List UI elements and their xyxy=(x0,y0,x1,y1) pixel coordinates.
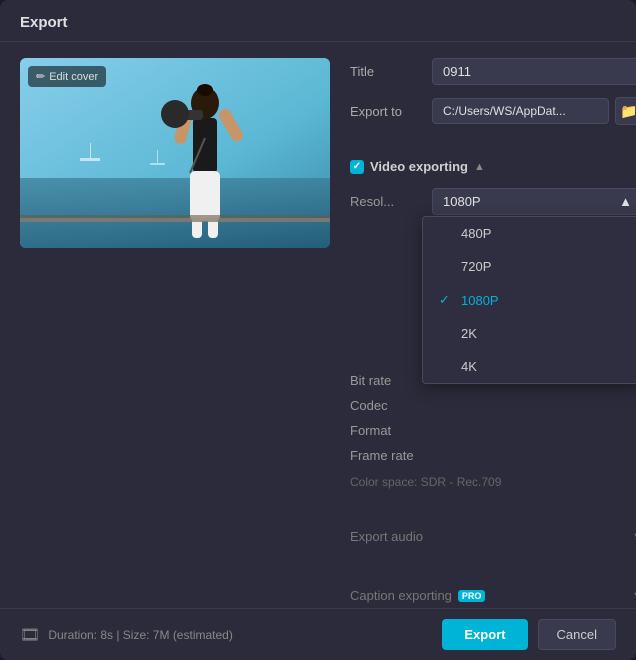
edit-cover-button[interactable]: ✏ Edit cover xyxy=(28,66,106,87)
resolution-option-4k[interactable]: 4K xyxy=(423,350,636,383)
dialog-body: ✏ Edit cover Title Export to 📁 xyxy=(0,42,636,608)
left-panel: ✏ Edit cover xyxy=(20,58,330,592)
edit-icon: ✏ xyxy=(36,70,45,83)
resolution-dropdown-menu: 480P 720P ✓ 1080P 2K xyxy=(422,216,636,384)
color-space-text: Color space: SDR - Rec.709 xyxy=(350,473,636,491)
option-label-720p: 720P xyxy=(461,259,491,274)
option-label-2k: 2K xyxy=(461,326,477,341)
export-button[interactable]: Export xyxy=(442,619,527,650)
caption-pro-badge: PRO xyxy=(458,590,486,602)
title-label: Title xyxy=(350,64,422,79)
codec-label: Codec xyxy=(350,398,422,413)
caption-section-header[interactable]: Caption exporting PRO ▼ xyxy=(350,582,636,608)
film-icon: 🎞 xyxy=(20,625,40,645)
folder-icon: 📁 xyxy=(620,103,636,120)
footer-info: 🎞 Duration: 8s | Size: 7M (estimated) xyxy=(20,625,233,645)
video-section-arrow: ▲ xyxy=(474,161,485,173)
video-section-label: Video exporting xyxy=(370,159,468,174)
option-label-1080p: 1080P xyxy=(461,293,499,308)
edit-cover-label: Edit cover xyxy=(49,71,98,83)
caption-section-label: Caption exporting xyxy=(350,588,452,603)
resolution-dropdown[interactable]: 1080P ▲ xyxy=(432,188,636,215)
resolution-value: 1080P xyxy=(443,194,481,209)
check-1080p: ✓ xyxy=(439,292,453,308)
right-panel: Title Export to 📁 ✓ Video expor xyxy=(350,58,636,592)
title-row: Title xyxy=(350,58,636,85)
audio-section-header[interactable]: Export audio ▼ xyxy=(350,523,636,550)
option-label-480p: 480P xyxy=(461,226,491,241)
video-section-header[interactable]: ✓ Video exporting ▲ xyxy=(350,157,636,176)
framerate-row: Frame rate xyxy=(350,448,636,463)
codec-row: Codec xyxy=(350,398,636,413)
bitrate-label: Bit rate xyxy=(350,373,422,388)
resolution-label: Resol... xyxy=(350,194,422,209)
format-label: Format xyxy=(350,423,422,438)
audio-arrow: ▼ xyxy=(632,531,636,543)
title-input[interactable] xyxy=(432,58,636,85)
dialog-title: Export xyxy=(0,0,636,42)
footer-buttons: Export Cancel xyxy=(442,619,616,650)
resolution-option-720p[interactable]: 720P xyxy=(423,250,636,283)
folder-row: 📁 xyxy=(432,97,636,125)
cover-wrapper: ✏ Edit cover xyxy=(20,58,330,248)
option-label-4k: 4K xyxy=(461,359,477,374)
video-checkbox[interactable]: ✓ xyxy=(350,160,364,174)
resolution-option-1080p[interactable]: ✓ 1080P xyxy=(423,283,636,317)
dialog-footer: 🎞 Duration: 8s | Size: 7M (estimated) Ex… xyxy=(0,608,636,660)
export-dialog: Export xyxy=(0,0,636,660)
framerate-label: Frame rate xyxy=(350,448,422,463)
audio-section-label: Export audio xyxy=(350,529,423,544)
cancel-button[interactable]: Cancel xyxy=(538,619,616,650)
duration-size-info: Duration: 8s | Size: 7M (estimated) xyxy=(48,628,233,642)
resolution-option-2k[interactable]: 2K xyxy=(423,317,636,350)
format-row: Format xyxy=(350,423,636,438)
resolution-dropdown-arrow: ▲ xyxy=(619,194,632,209)
caption-arrow: ▼ xyxy=(632,590,636,602)
export-to-label: Export to xyxy=(350,104,422,119)
settings-area: Resol... 1080P ▲ 480P 720P xyxy=(350,188,636,491)
export-to-row: Export to 📁 xyxy=(350,97,636,125)
resolution-row: Resol... 1080P ▲ xyxy=(350,188,636,215)
resolution-option-480p[interactable]: 480P xyxy=(423,217,636,250)
export-path-input[interactable] xyxy=(432,98,609,124)
folder-browse-button[interactable]: 📁 xyxy=(615,97,636,125)
